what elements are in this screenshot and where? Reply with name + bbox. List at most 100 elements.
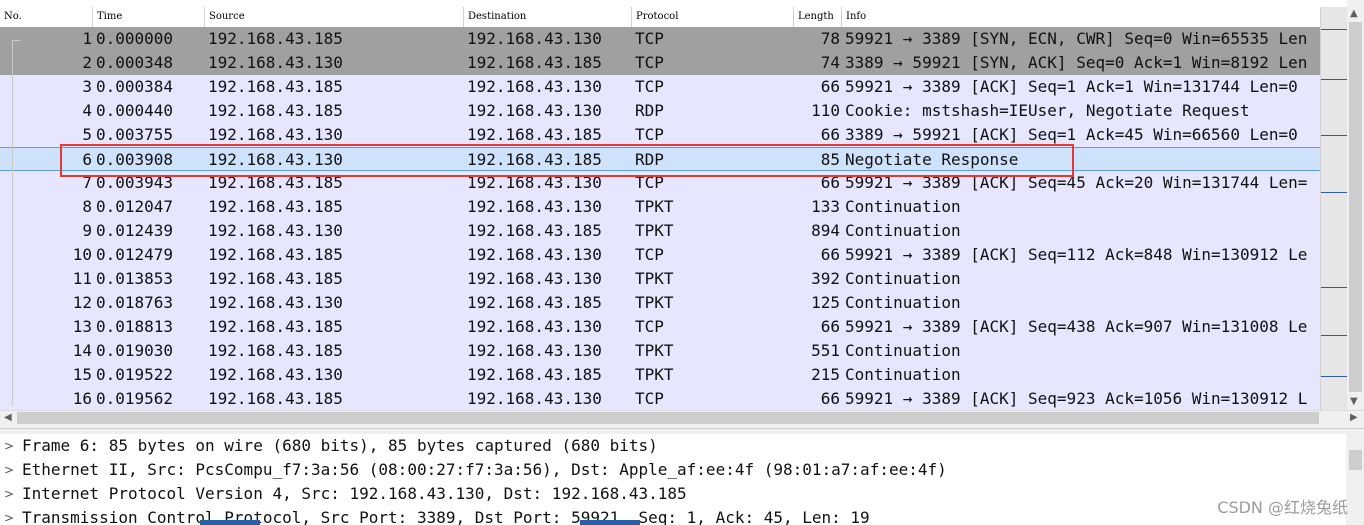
packet-length-cell: 215 (811, 365, 840, 384)
expand-arrow-icon[interactable]: > (4, 458, 14, 482)
packet-minimap[interactable] (1320, 7, 1347, 410)
packet-details-pane: > Frame 6: 85 bytes on wire (680 bits), 8… (0, 434, 1364, 525)
column-header-source[interactable]: Source (205, 7, 464, 27)
packet-length-cell: 894 (811, 221, 840, 240)
column-header-time[interactable]: Time (93, 7, 205, 27)
packet-source-cell: 192.168.43.130 (208, 53, 343, 72)
minimap-mark (1321, 287, 1347, 288)
csdn-watermark: CSDN @红烧兔纸 (1217, 498, 1348, 517)
packet-row[interactable]: 3 0.000384 192.168.43.185 192.168.43.130 TCP… (0, 75, 1320, 99)
packet-info-cell: Continuation (845, 341, 961, 360)
packet-source-cell: 192.168.43.185 (208, 197, 343, 216)
column-header-no[interactable]: No. (0, 7, 93, 27)
packet-info-cell: Continuation (845, 269, 961, 288)
packet-no-cell: 15 (72, 365, 92, 384)
packet-destination-cell: 192.168.43.130 (467, 197, 602, 216)
packet-protocol-cell: TPKT (635, 221, 674, 240)
packet-list-header: No. Time Source Destination Protocol Len… (0, 7, 1346, 28)
packet-row[interactable]: 15 0.019522 192.168.43.130 192.168.43.185 TP… (0, 363, 1320, 387)
packet-source-cell: 192.168.43.185 (208, 77, 343, 96)
expand-arrow-icon[interactable]: > (4, 482, 14, 506)
packet-source-cell: 192.168.43.185 (208, 317, 343, 336)
packet-info-cell: 59921 → 3389 [ACK] Seq=112 Ack=848 Win=1… (845, 245, 1308, 264)
packet-length-cell: 133 (811, 197, 840, 216)
packet-time-cell: 0.018813 (96, 317, 174, 336)
packet-length-cell: 78 (820, 29, 840, 48)
annotation-highlight-box (60, 144, 1074, 177)
packet-protocol-cell: TCP (635, 389, 664, 408)
packet-length-cell: 74 (820, 53, 840, 72)
packet-info-cell: 3389 → 59921 [SYN, ACK] Seq=0 Ack=1 Win=… (845, 53, 1308, 72)
packet-destination-cell: 192.168.43.185 (467, 221, 602, 240)
expand-arrow-icon[interactable]: > (4, 506, 14, 525)
packet-no-cell: 10 (72, 245, 92, 264)
packet-destination-cell: 192.168.43.130 (467, 77, 602, 96)
packet-source-cell: 192.168.43.185 (208, 29, 343, 48)
packet-row[interactable]: 12 0.018763 192.168.43.130 192.168.43.185 TP… (0, 291, 1320, 315)
packet-no-cell: 9 (82, 221, 92, 240)
vertical-scroll-thumb[interactable] (1349, 22, 1362, 392)
packet-no-cell: 11 (72, 269, 92, 288)
status-fragment (200, 520, 260, 525)
packet-destination-cell: 192.168.43.185 (467, 53, 602, 72)
column-header-protocol[interactable]: Protocol (632, 7, 794, 27)
packet-source-cell: 192.168.43.185 (208, 269, 343, 288)
conversation-bracket-tick (12, 40, 20, 41)
packet-info-cell: 59921 → 3389 [ACK] Seq=1 Ack=1 Win=13174… (845, 77, 1298, 96)
packet-time-cell: 0.012479 (96, 245, 174, 264)
detail-tree-label: Transmission Control Protocol, Src Port:… (22, 508, 870, 525)
packet-row[interactable]: 1 0.000000 192.168.43.185 192.168.43.130 TCP… (0, 27, 1320, 51)
packet-info-cell: Continuation (845, 365, 961, 384)
packet-row[interactable]: 2 0.000348 192.168.43.130 192.168.43.185 TCP… (0, 51, 1320, 75)
details-vertical-scrollbar[interactable] (1346, 434, 1364, 525)
packet-protocol-cell: TPKT (635, 341, 674, 360)
packet-time-cell: 0.013853 (96, 269, 174, 288)
packet-source-cell: 192.168.43.185 (208, 389, 343, 408)
minimap-mark (1321, 192, 1347, 193)
packet-length-cell: 66 (820, 77, 840, 96)
packet-time-cell: 0.012439 (96, 221, 174, 240)
packet-row[interactable]: 4 0.000440 192.168.43.185 192.168.43.130 RDP… (0, 99, 1320, 123)
column-header-info[interactable]: Info (842, 7, 1320, 27)
minimap-mark (1321, 135, 1347, 136)
top-edge (0, 0, 1364, 6)
packet-protocol-cell: TPKT (635, 197, 674, 216)
packet-source-cell: 192.168.43.185 (208, 341, 343, 360)
expand-arrow-icon[interactable]: > (4, 434, 14, 458)
minimap-mark (1321, 29, 1347, 30)
packet-no-cell: 16 (72, 389, 92, 408)
horizontal-scroll-thumb[interactable] (17, 412, 1319, 424)
conversation-bracket-line (12, 40, 13, 405)
packet-time-cell: 0.019522 (96, 365, 174, 384)
packet-time-cell: 0.000000 (96, 29, 174, 48)
packet-row[interactable]: 10 0.012479 192.168.43.185 192.168.43.130 TC… (0, 243, 1320, 267)
packet-row[interactable]: 14 0.019030 192.168.43.185 192.168.43.130 TP… (0, 339, 1320, 363)
packet-source-cell: 192.168.43.130 (208, 293, 343, 312)
packet-protocol-cell: TCP (635, 77, 664, 96)
status-fragment (580, 520, 640, 525)
detail-tree-label: Ethernet II, Src: PcsCompu_f7:3a:56 (08:… (22, 460, 947, 479)
packet-destination-cell: 192.168.43.130 (467, 389, 602, 408)
scroll-down-icon[interactable]: ▼ (1350, 396, 1358, 407)
packet-info-cell: 59921 → 3389 [SYN, ECN, CWR] Seq=0 Win=6… (845, 29, 1308, 48)
packet-row[interactable]: 16 0.019562 192.168.43.185 192.168.43.130 TC… (0, 387, 1320, 410)
packet-length-cell: 66 (820, 389, 840, 408)
packet-info-cell: Continuation (845, 293, 961, 312)
packet-row[interactable]: 9 0.012439 192.168.43.130 192.168.43.185 TPK… (0, 219, 1320, 243)
packet-no-cell: 13 (72, 317, 92, 336)
packet-protocol-cell: TCP (635, 245, 664, 264)
column-header-destination[interactable]: Destination (464, 7, 632, 27)
packet-destination-cell: 192.168.43.130 (467, 101, 602, 120)
details-scroll-thumb[interactable] (1349, 450, 1362, 470)
packet-row[interactable]: 8 0.012047 192.168.43.185 192.168.43.130 TPK… (0, 195, 1320, 219)
scroll-right-icon[interactable]: ▶ (1350, 412, 1358, 423)
packet-length-cell: 66 (820, 245, 840, 264)
packet-source-cell: 192.168.43.130 (208, 365, 343, 384)
packet-no-cell: 4 (82, 101, 92, 120)
packet-row[interactable]: 11 0.013853 192.168.43.185 192.168.43.130 TP… (0, 267, 1320, 291)
column-header-length[interactable]: Length (794, 7, 842, 27)
packet-protocol-cell: TCP (635, 317, 664, 336)
packet-row[interactable]: 13 0.018813 192.168.43.185 192.168.43.130 TC… (0, 315, 1320, 339)
scroll-left-icon[interactable]: ◀ (4, 412, 12, 423)
scroll-up-icon[interactable]: ▲ (1350, 8, 1358, 19)
